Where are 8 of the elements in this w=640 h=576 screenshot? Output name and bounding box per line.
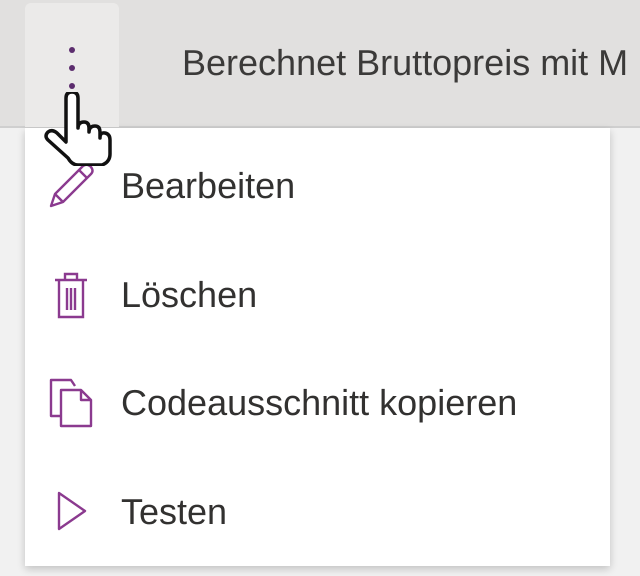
menu-item[interactable]: Codeausschnitt kopieren [25, 349, 610, 458]
menu-item[interactable]: Löschen [25, 240, 610, 349]
more-icon [69, 47, 75, 89]
item-title: Berechnet Bruttopreis mit M [182, 42, 628, 84]
menu-item[interactable]: Bearbeiten [25, 132, 610, 240]
more-button[interactable] [25, 3, 119, 127]
copy-icon [47, 378, 95, 428]
menu-item[interactable]: Testen [25, 458, 610, 566]
